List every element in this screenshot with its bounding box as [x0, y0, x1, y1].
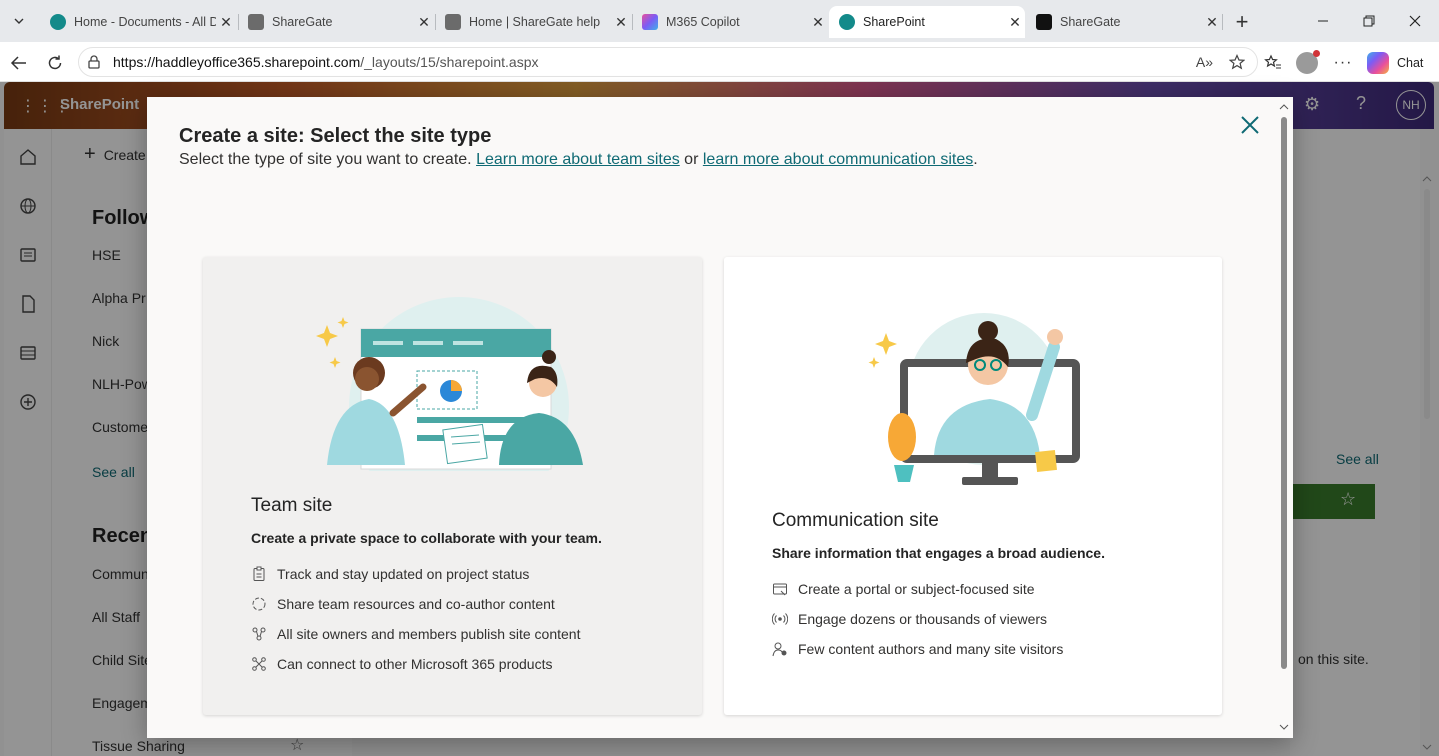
- learn-more-communication-sites-link[interactable]: learn more about communication sites: [703, 151, 973, 168]
- team-site-title: Team site: [251, 495, 333, 516]
- team-feature-item: Track and stay updated on project status: [251, 563, 529, 585]
- create-site-dialog: Create a site: Select the site type Sele…: [147, 97, 1293, 738]
- dialog-close-button[interactable]: [1238, 113, 1262, 137]
- clipboard-icon: [251, 566, 267, 582]
- communication-feature-item: Engage dozens or thousands of viewers: [772, 608, 1047, 630]
- minimize-button[interactable]: [1300, 6, 1346, 36]
- people-network-icon: [251, 626, 267, 642]
- scrollbar-track: [1279, 104, 1289, 730]
- team-site-card[interactable]: Team site Create a private space to coll…: [203, 257, 702, 715]
- tab-sharepoint-active[interactable]: SharePoint ✕: [829, 6, 1025, 38]
- tab-sharegate-1[interactable]: ShareGate ✕: [238, 6, 434, 38]
- close-tab-icon[interactable]: ✕: [808, 14, 828, 31]
- refresh-button[interactable]: [42, 50, 68, 76]
- tab-actions-menu-button[interactable]: [6, 8, 32, 34]
- tab-sharegate-2[interactable]: ShareGate ✕: [1026, 6, 1222, 38]
- favorites-list-icon: [1264, 54, 1281, 69]
- scrollbar-track: [1422, 176, 1432, 750]
- tab-m365-copilot[interactable]: M365 Copilot ✕: [632, 6, 828, 38]
- copilot-chat-button[interactable]: Chat: [1367, 50, 1423, 76]
- communication-site-illustration: [868, 313, 1080, 485]
- restore-button[interactable]: [1346, 6, 1392, 36]
- dialog-subtitle: Select the type of site you want to crea…: [179, 151, 978, 168]
- read-aloud-icon[interactable]: A»: [1196, 54, 1213, 70]
- person-view-icon: [772, 641, 788, 657]
- team-site-description: Create a private space to collaborate wi…: [251, 530, 602, 546]
- profile-button[interactable]: [1294, 50, 1320, 76]
- profile-avatar-icon: [1296, 50, 1320, 74]
- page-scrollbar[interactable]: [1420, 175, 1434, 751]
- close-tab-icon[interactable]: ✕: [216, 14, 236, 31]
- dialog-scrollbar[interactable]: [1278, 103, 1290, 733]
- chevron-down-icon: [14, 18, 24, 24]
- team-feature-item: Share team resources and co-author conte…: [251, 593, 555, 615]
- ellipsis-icon: ···: [1333, 54, 1353, 71]
- restore-icon: [1363, 15, 1375, 27]
- close-tab-icon[interactable]: ✕: [1202, 14, 1222, 31]
- tab-sharegate-help[interactable]: Home | ShareGate help ✕: [435, 6, 631, 38]
- url-host: https://haddleyoffice365.sharepoint.com: [113, 54, 361, 70]
- copilot-icon: [1367, 52, 1389, 74]
- sharepoint-favicon-icon: [839, 14, 855, 30]
- communication-site-description: Share information that engages a broad a…: [772, 545, 1105, 561]
- tab-home-documents[interactable]: Home - Documents - All D ✕: [40, 6, 236, 38]
- favorites-button[interactable]: [1260, 50, 1286, 76]
- team-site-illustration: [313, 297, 603, 475]
- close-tab-icon[interactable]: ✕: [414, 14, 434, 31]
- team-feature-item: Can connect to other Microsoft 365 produ…: [251, 653, 552, 675]
- learn-more-team-sites-link[interactable]: Learn more about team sites: [476, 151, 680, 168]
- communication-feature-item: Few content authors and many site visito…: [772, 638, 1063, 660]
- connect-icon: [251, 656, 267, 672]
- communication-feature-item: Create a portal or subject-focused site: [772, 578, 1035, 600]
- sharegate-favicon-icon: [445, 14, 461, 30]
- url-input[interactable]: https://haddleyoffice365.sharepoint.com /…: [78, 47, 1258, 77]
- communication-site-title: Communication site: [772, 510, 939, 531]
- more-options-button[interactable]: ···: [1330, 50, 1356, 76]
- close-window-button[interactable]: [1392, 6, 1438, 36]
- sharepoint-favicon-icon: [50, 14, 66, 30]
- close-icon: [1409, 15, 1421, 27]
- back-button[interactable]: [6, 50, 32, 76]
- close-icon: [1241, 116, 1259, 134]
- dialog-title: Create a site: Select the site type: [179, 125, 492, 147]
- browser-tab-bar: Home - Documents - All D ✕ ShareGate ✕ H…: [0, 0, 1439, 42]
- refresh-icon: [48, 55, 62, 70]
- favorite-star-icon[interactable]: [1229, 54, 1245, 70]
- portal-icon: [772, 581, 788, 597]
- sync-circle-icon: [251, 596, 267, 612]
- new-tab-button[interactable]: +: [1229, 9, 1255, 35]
- sharegate-favicon-icon: [248, 14, 264, 30]
- minimize-icon: [1318, 20, 1328, 22]
- plus-icon: +: [1235, 9, 1249, 34]
- sharegate-favicon-icon: [1036, 14, 1052, 30]
- close-tab-icon[interactable]: ✕: [611, 14, 631, 31]
- arrow-left-icon: [10, 56, 26, 70]
- copilot-favicon-icon: [642, 14, 658, 30]
- team-feature-item: All site owners and members publish site…: [251, 623, 580, 645]
- communication-site-card[interactable]: Communication site Share information tha…: [724, 257, 1222, 715]
- close-tab-icon[interactable]: ✕: [1005, 14, 1025, 31]
- browser-address-bar: https://haddleyoffice365.sharepoint.com /…: [0, 42, 1439, 82]
- url-path: /_layouts/15/sharepoint.aspx: [360, 54, 539, 70]
- broadcast-icon: [772, 611, 788, 627]
- lock-icon: [88, 55, 100, 69]
